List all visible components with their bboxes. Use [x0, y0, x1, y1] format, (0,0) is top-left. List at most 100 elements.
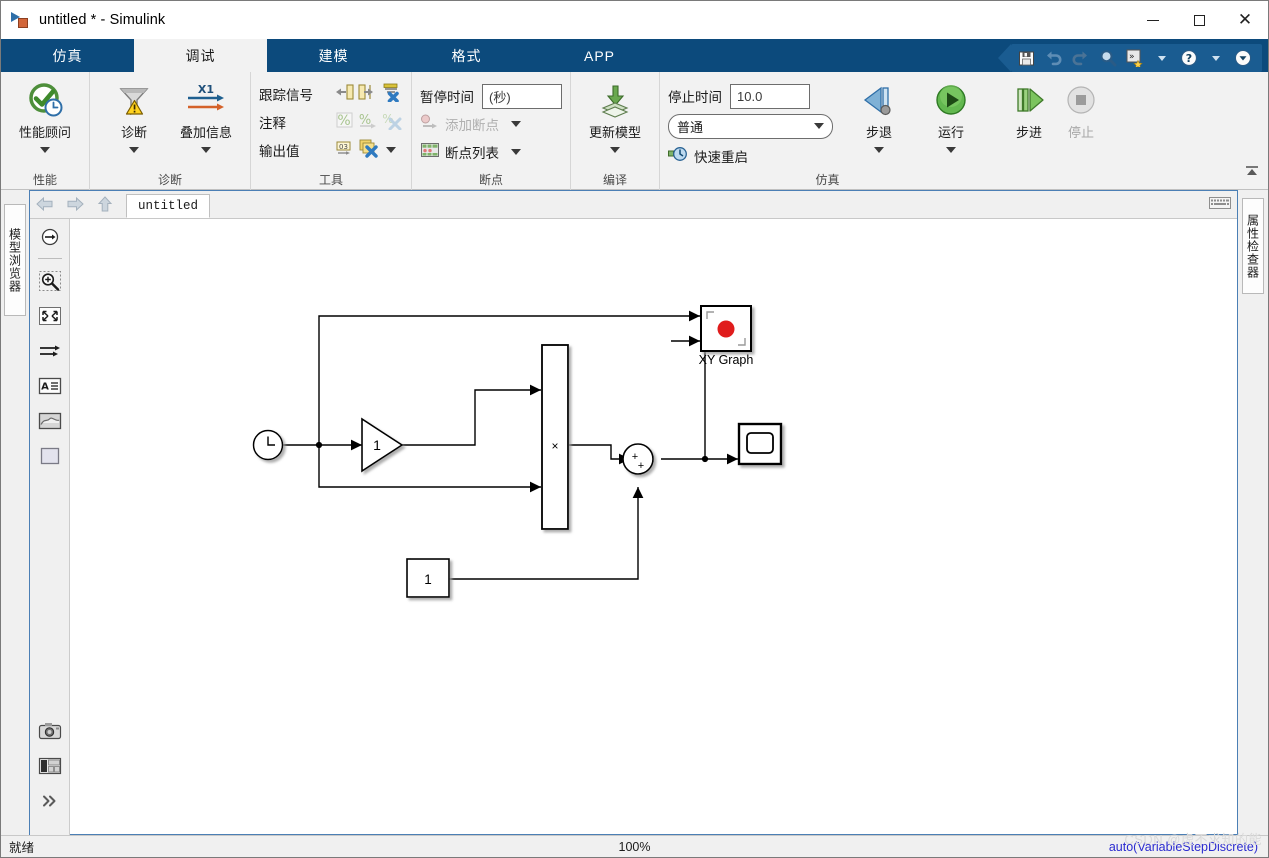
- right-rail: 属性检查器: [1238, 190, 1268, 835]
- add-breakpoint-row[interactable]: 添加断点: [420, 110, 527, 138]
- ribbon: 性能顾问 性能 诊断 X1 叠加信息 诊断 跟踪信号 注释 % % % 输出值 …: [1, 72, 1268, 190]
- simulink-window: untitled * - Simulink ✕ 仿真 调试 建模 格式 APP: [0, 0, 1269, 858]
- favorites-icon[interactable]: »: [1121, 45, 1148, 71]
- block-diagram-canvas[interactable]: 1 × + + XY Graph 1: [71, 219, 1237, 834]
- chevron-down-icon[interactable]: [874, 147, 884, 153]
- help-icon[interactable]: ?: [1175, 45, 1202, 71]
- update-model-button[interactable]: 更新模型: [579, 76, 651, 153]
- tab-simulation[interactable]: 仿真: [1, 39, 134, 72]
- svg-text:03: 03: [339, 142, 348, 150]
- numeric-display-icon[interactable]: 03: [335, 138, 355, 163]
- svg-text:+: +: [638, 460, 644, 472]
- ribbon-group-tools-title: 工具: [318, 173, 343, 187]
- window-title: untitled * - Simulink: [39, 12, 166, 28]
- image-icon[interactable]: [30, 403, 70, 438]
- camera-icon[interactable]: [30, 713, 70, 748]
- ribbon-group-breakpoints-title: 断点: [478, 173, 503, 187]
- overlay-info-button[interactable]: X1 叠加信息: [170, 76, 242, 153]
- performance-advisor-button[interactable]: 性能顾问: [9, 76, 81, 153]
- back-button[interactable]: [30, 190, 60, 218]
- svg-text:X1: X1: [198, 83, 214, 96]
- breakpoint-list-row[interactable]: 断点列表: [420, 138, 527, 166]
- more-icon[interactable]: [1229, 45, 1256, 71]
- percent-arrow-icon: %: [357, 110, 379, 135]
- more-tools-icon[interactable]: [30, 783, 70, 818]
- port-value-left-icon[interactable]: [335, 82, 355, 107]
- ribbon-group-performance: 性能顾问 性能: [1, 72, 89, 190]
- chevron-down-icon[interactable]: [386, 147, 396, 153]
- performance-advisor-label: 性能顾问: [18, 125, 71, 140]
- trace-signal-label[interactable]: 跟踪信号: [259, 84, 331, 104]
- pan-icon[interactable]: [30, 219, 70, 254]
- chevron-down-icon[interactable]: [946, 147, 956, 153]
- pause-time-input[interactable]: (秒): [482, 83, 562, 109]
- layout-icon[interactable]: [30, 748, 70, 783]
- overlay-info-label: 叠加信息: [179, 125, 232, 140]
- model-editor: untitled A 1 × + + XY Graph 1: [29, 190, 1238, 835]
- simulation-mode-select[interactable]: 普通: [668, 113, 833, 139]
- add-breakpoint-icon: [420, 113, 440, 136]
- help-dropdown-icon[interactable]: [1202, 45, 1229, 71]
- maximize-button[interactable]: [1176, 1, 1222, 39]
- model-browser-tab[interactable]: 模型浏览器: [4, 204, 26, 316]
- close-button[interactable]: ✕: [1222, 1, 1268, 39]
- favorites-dropdown-icon[interactable]: [1148, 45, 1175, 71]
- svg-text:»: »: [1129, 52, 1135, 62]
- annotation-icon[interactable]: A: [30, 368, 70, 403]
- forward-button[interactable]: [60, 190, 90, 218]
- tab-apps[interactable]: APP: [533, 39, 666, 72]
- ribbon-group-simulation-title: 仿真: [815, 173, 840, 187]
- clear-output-values-icon[interactable]: [358, 138, 380, 163]
- chevron-down-icon[interactable]: [511, 121, 521, 127]
- clear-signal-values-icon[interactable]: [381, 82, 403, 107]
- run-button[interactable]: 运行: [915, 76, 987, 153]
- redo-icon[interactable]: [1067, 45, 1094, 71]
- toolbar-divider: [38, 258, 62, 259]
- step-forward-button[interactable]: 步进: [1003, 76, 1055, 141]
- minimize-button[interactable]: [1130, 1, 1176, 39]
- status-zoom-level[interactable]: 100%: [1, 840, 1268, 854]
- block-xy-graph-label: XY Graph: [699, 353, 754, 367]
- zoom-region-icon[interactable]: [30, 263, 70, 298]
- output-value-label[interactable]: 输出值: [259, 140, 331, 160]
- overlay-info-icon: X1: [183, 80, 229, 120]
- breakpoint-list-icon: [420, 141, 440, 164]
- tab-format[interactable]: 格式: [400, 39, 533, 72]
- sim-mode-row: 普通: [668, 112, 833, 140]
- ribbon-group-compile: 更新模型 编译: [570, 72, 659, 190]
- up-button[interactable]: [90, 190, 120, 218]
- keyboard-shortcut-icon[interactable]: [1209, 196, 1231, 214]
- fast-restart-icon: [668, 145, 688, 168]
- svg-text:1: 1: [424, 572, 432, 587]
- chevron-down-icon[interactable]: [129, 147, 139, 153]
- stop-button: 停止: [1055, 76, 1107, 141]
- chevron-down-icon[interactable]: [40, 147, 50, 153]
- search-icon[interactable]: [1094, 45, 1121, 71]
- ribbon-group-diagnostics: 诊断 X1 叠加信息 诊断: [89, 72, 250, 190]
- breadcrumb: untitled: [30, 191, 1237, 219]
- tab-debug[interactable]: 调试: [134, 39, 267, 72]
- percent-icon: %: [335, 110, 355, 135]
- diagnostics-icon: [114, 80, 154, 120]
- port-value-right-icon[interactable]: [357, 82, 377, 107]
- left-rail: 模型浏览器: [1, 190, 29, 835]
- step-back-button[interactable]: 步退: [843, 76, 915, 153]
- annotation-label[interactable]: 注释: [259, 112, 331, 132]
- chevron-down-icon[interactable]: [610, 147, 620, 153]
- diagnostics-button[interactable]: 诊断: [98, 76, 170, 153]
- signal-routing-icon[interactable]: [30, 333, 70, 368]
- step-forward-label: 步进: [1015, 125, 1042, 140]
- fit-to-view-icon[interactable]: [30, 298, 70, 333]
- collapse-ribbon-icon[interactable]: [1244, 164, 1260, 183]
- chevron-down-icon[interactable]: [511, 149, 521, 155]
- save-icon[interactable]: [1013, 45, 1040, 71]
- property-inspector-tab[interactable]: 属性检查器: [1242, 198, 1264, 294]
- chevron-down-icon[interactable]: [201, 147, 211, 153]
- stop-time-input[interactable]: 10.0: [730, 83, 810, 109]
- area-icon[interactable]: [30, 438, 70, 473]
- undo-icon[interactable]: [1040, 45, 1067, 71]
- tab-modeling[interactable]: 建模: [267, 39, 400, 72]
- fast-restart-row[interactable]: 快速重启: [668, 142, 833, 170]
- breadcrumb-tab-untitled[interactable]: untitled: [126, 194, 210, 218]
- signal-junction: [315, 441, 323, 449]
